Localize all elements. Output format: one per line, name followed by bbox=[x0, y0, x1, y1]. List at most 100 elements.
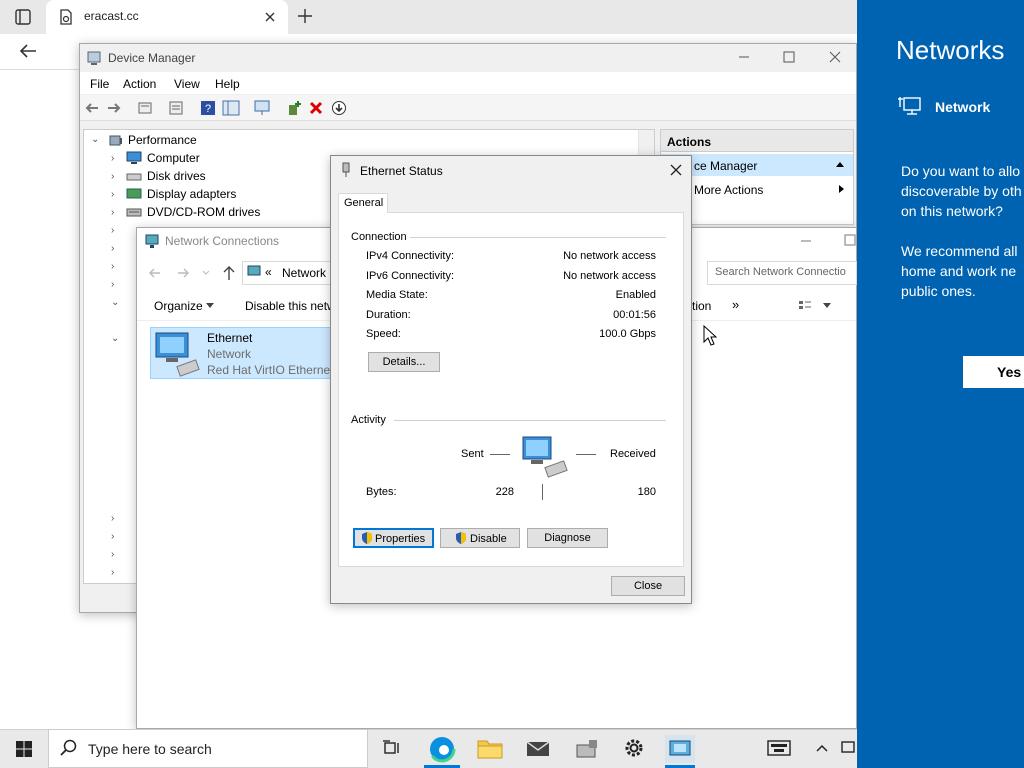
tab-close-icon[interactable] bbox=[263, 10, 277, 24]
flyout-question-line-3: on this network? bbox=[901, 203, 1003, 219]
toolbar-list-icon[interactable] bbox=[168, 100, 184, 116]
tree-item-performance[interactable]: Performance bbox=[128, 131, 197, 149]
connection-header: Connection bbox=[351, 231, 407, 243]
network-connections-title: Network Connections bbox=[165, 234, 280, 248]
file-explorer-icon[interactable] bbox=[477, 737, 503, 759]
nc-address-icon bbox=[247, 265, 261, 279]
new-tab-icon[interactable] bbox=[296, 7, 314, 25]
mouse-cursor-icon bbox=[703, 325, 717, 347]
nc-breadcrumb-prefix: « bbox=[265, 265, 272, 279]
toolbar-forward-icon[interactable] bbox=[106, 100, 122, 116]
tree-chevron-partial[interactable]: › bbox=[111, 225, 114, 236]
nc-breadcrumb[interactable]: Network bbox=[282, 266, 326, 280]
tree-chevron-partial[interactable]: › bbox=[111, 531, 114, 542]
tree-chevron-partial[interactable]: › bbox=[111, 567, 114, 578]
tree-item-display-adapters[interactable]: Display adapters bbox=[147, 185, 236, 203]
settings-gear-icon[interactable] bbox=[622, 736, 646, 760]
toolbar-help-icon[interactable]: ? bbox=[200, 100, 216, 116]
properties-button-label: Properties bbox=[375, 533, 426, 545]
media-state-label: Media State: bbox=[366, 289, 428, 301]
sent-line bbox=[490, 454, 510, 455]
tree-chevron-partial[interactable]: › bbox=[111, 549, 114, 560]
toolbar-update-driver-icon[interactable] bbox=[286, 100, 302, 116]
menu-action[interactable]: Action bbox=[123, 77, 156, 91]
organize-button[interactable]: Organize bbox=[154, 299, 203, 313]
keyboard-icon[interactable] bbox=[766, 738, 792, 758]
tree-chevron-partial[interactable]: › bbox=[111, 279, 114, 290]
nc-up-icon[interactable] bbox=[222, 265, 236, 281]
tray-device-icon[interactable] bbox=[839, 740, 855, 756]
nc-back-icon[interactable] bbox=[148, 266, 162, 280]
edge-browser-icon[interactable] bbox=[428, 735, 456, 763]
menu-view[interactable]: View bbox=[174, 77, 200, 91]
received-line bbox=[576, 454, 596, 455]
activity-header: Activity bbox=[351, 414, 386, 426]
ethernet-adapter-driver: Red Hat VirtIO Ethernet bbox=[207, 363, 331, 377]
nc-search-placeholder: Search Network Connectio bbox=[715, 266, 846, 278]
nc-minimize-icon[interactable] bbox=[798, 234, 814, 248]
network-connections-taskbar-icon[interactable] bbox=[665, 735, 695, 763]
toolbar-download-icon[interactable] bbox=[331, 100, 347, 116]
ipv6-value: No network access bbox=[563, 270, 656, 282]
nc-dropdown-icon[interactable] bbox=[202, 270, 210, 276]
tree-chevron-dvd[interactable]: › bbox=[111, 207, 114, 218]
tree-chevron-computer[interactable]: › bbox=[111, 153, 114, 164]
tab-list-icon[interactable] bbox=[14, 8, 32, 26]
tree-expand-chevron[interactable]: ⌄ bbox=[111, 297, 119, 308]
menu-file[interactable]: File bbox=[90, 77, 109, 91]
close-icon[interactable] bbox=[828, 50, 842, 64]
disable-button-label: Disable bbox=[470, 533, 507, 545]
ethernet-adapter-icon bbox=[152, 329, 202, 377]
flyout-recommend-line-3: public ones. bbox=[901, 283, 976, 299]
disable-device-button[interactable]: Disable this netw bbox=[245, 299, 330, 313]
bytes-sent-value: 228 bbox=[495, 486, 514, 498]
tree-expand-chevron[interactable]: ⌄ bbox=[91, 134, 99, 145]
ethernet-adapter-network: Network bbox=[207, 347, 252, 361]
tree-expand-chevron[interactable]: ⌄ bbox=[111, 333, 119, 344]
tree-chevron-display[interactable]: › bbox=[111, 189, 114, 200]
connection-divider bbox=[410, 237, 666, 238]
tree-chevron-partial[interactable]: › bbox=[111, 513, 114, 524]
details-button[interactable]: Details... bbox=[368, 352, 440, 372]
general-tab-page bbox=[338, 212, 684, 567]
duration-value: 00:01:56 bbox=[613, 309, 656, 321]
menu-help[interactable]: Help bbox=[215, 77, 240, 91]
start-windows-icon[interactable] bbox=[15, 740, 33, 758]
mail-icon[interactable] bbox=[525, 737, 551, 759]
maximize-icon[interactable] bbox=[782, 50, 796, 64]
change-view-icon[interactable] bbox=[797, 298, 813, 314]
more-actions-arrow-icon[interactable] bbox=[838, 184, 846, 194]
more-commands-button[interactable]: » bbox=[732, 297, 739, 312]
tree-chevron-disk[interactable]: › bbox=[111, 171, 114, 182]
nc-maximize-icon[interactable] bbox=[844, 234, 856, 246]
organize-dropdown-icon[interactable] bbox=[206, 303, 214, 309]
disk-drive-icon bbox=[126, 168, 142, 184]
toolbar-properties-icon[interactable] bbox=[137, 100, 153, 116]
tree-chevron-partial[interactable]: › bbox=[111, 243, 114, 254]
partial-command-button[interactable]: tion bbox=[692, 299, 711, 313]
nc-forward-icon[interactable] bbox=[176, 266, 190, 280]
duration-label: Duration: bbox=[366, 309, 411, 321]
tree-chevron-partial[interactable]: › bbox=[111, 261, 114, 272]
back-arrow-icon[interactable] bbox=[18, 42, 38, 60]
toolbar-uninstall-icon[interactable] bbox=[308, 100, 324, 116]
tree-item-dvd-drives[interactable]: DVD/CD-ROM drives bbox=[147, 203, 260, 221]
view-dropdown-icon[interactable] bbox=[823, 303, 831, 309]
device-manager-taskbar-icon[interactable] bbox=[574, 737, 600, 759]
dialog-close-icon[interactable] bbox=[669, 163, 683, 177]
tree-item-disk-drives[interactable]: Disk drives bbox=[147, 167, 206, 185]
media-state-value: Enabled bbox=[615, 289, 656, 301]
minimize-icon[interactable] bbox=[736, 50, 752, 64]
actions-more-label[interactable]: More Actions bbox=[694, 183, 763, 197]
close-button[interactable]: Close bbox=[611, 576, 685, 596]
collapse-arrow-icon[interactable] bbox=[835, 160, 845, 168]
browser-tab[interactable] bbox=[46, 0, 288, 34]
toolbar-scan-icon[interactable] bbox=[253, 100, 271, 116]
toolbar-view-icon[interactable] bbox=[222, 100, 240, 116]
show-hidden-icons-chevron-icon[interactable] bbox=[815, 742, 829, 754]
task-view-icon[interactable] bbox=[382, 739, 402, 757]
tree-item-computer[interactable]: Computer bbox=[147, 149, 200, 167]
toolbar-back-icon[interactable] bbox=[84, 100, 100, 116]
diagnose-button[interactable]: Diagnose bbox=[527, 528, 608, 548]
flyout-network-name[interactable]: Network bbox=[935, 99, 990, 115]
